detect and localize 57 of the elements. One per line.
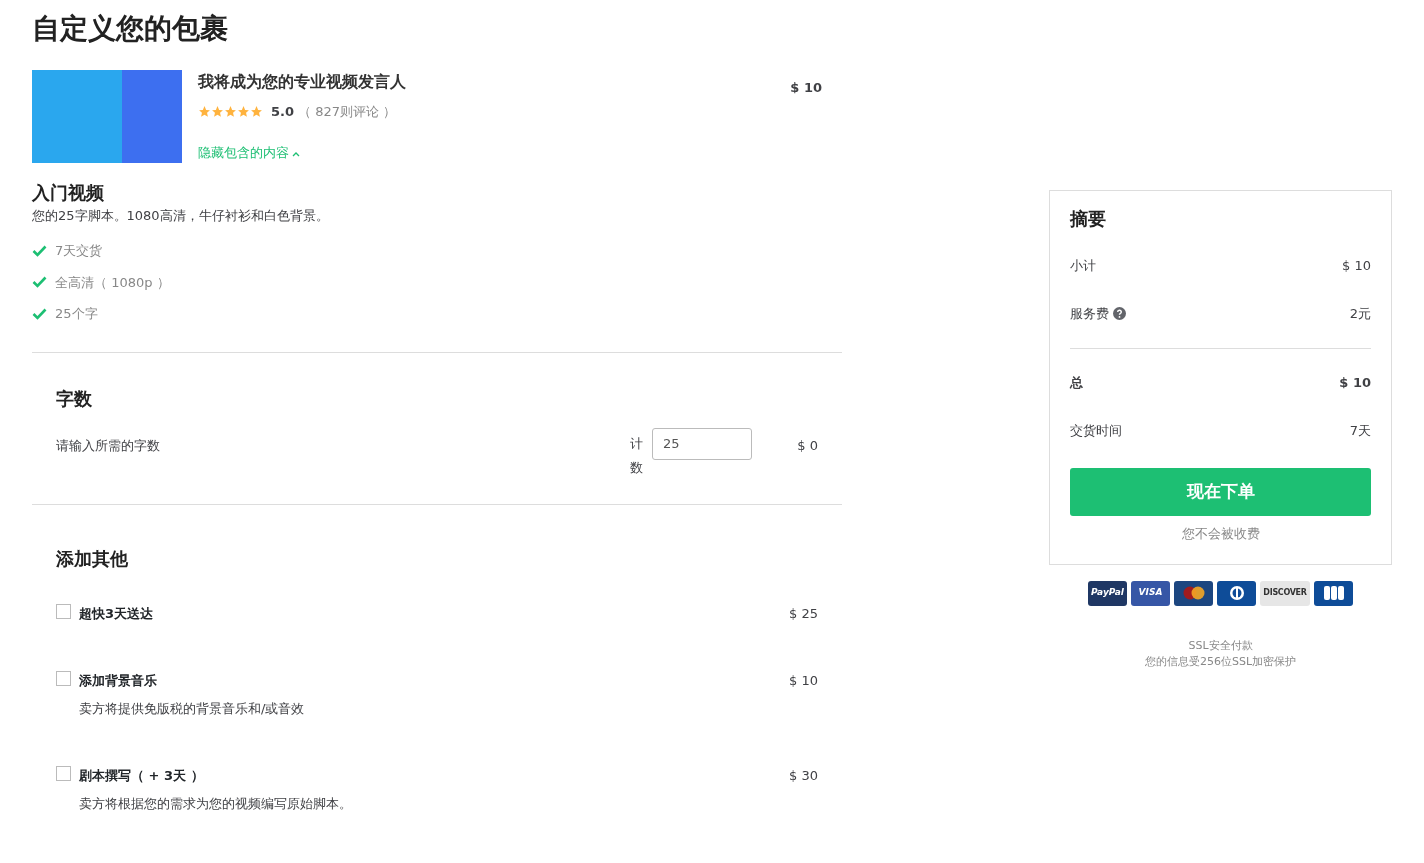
jcb-card-icon xyxy=(1314,580,1353,606)
toggle-link[interactable]: 隐藏包含的内容 xyxy=(198,143,300,163)
extra-price: $ 10 xyxy=(789,672,818,691)
count-input[interactable]: 25 xyxy=(652,427,752,460)
extra-title: 剧本撰写（ + 3天 ） xyxy=(79,767,205,786)
extra-title: 超快3天送达 xyxy=(79,604,155,623)
star-icon xyxy=(211,104,224,118)
ssl-text: 您的信息受256位SSL加密保护 xyxy=(1144,654,1297,670)
summary-label: 服务费 xyxy=(1070,304,1109,323)
extra-price: $ 25 xyxy=(789,604,818,623)
check-icon xyxy=(32,307,47,320)
diners-card-icon xyxy=(1217,580,1256,606)
summary-label: 交货时间 xyxy=(1070,421,1122,440)
section-heading: 添加其他 xyxy=(56,546,129,571)
extra-title: 添加背景音乐 xyxy=(79,672,158,691)
checkbox[interactable] xyxy=(56,671,71,687)
section-heading: 字数 xyxy=(56,386,93,411)
paypal-card-icon: PayPal xyxy=(1088,580,1127,606)
visa-card-icon: VISA xyxy=(1131,580,1170,606)
order-button[interactable]: 现在下单 xyxy=(1070,468,1371,516)
review-count: （ 827则评论 ） xyxy=(298,102,397,121)
ssl-title: SSL安全付款 xyxy=(1188,637,1253,654)
page-title: 自定义您的包裹 xyxy=(32,12,229,46)
summary-label: 总 xyxy=(1070,374,1083,392)
summary-value: 2元 xyxy=(1349,304,1371,323)
gig-title: 我将成为您的专业视频发言人 xyxy=(198,70,407,93)
word-count-prompt: 请输入所需的字数 xyxy=(56,436,161,455)
star-icon xyxy=(250,104,263,118)
extra-description: 卖方将提供免版税的背景音乐和/或音效 xyxy=(79,699,306,718)
discover-card-icon: DISCOVER xyxy=(1260,580,1310,606)
rating-value: 5.0 xyxy=(271,102,295,121)
package-name: 入门视频 xyxy=(32,180,105,205)
feature-text: 25个字 xyxy=(55,305,98,324)
summary-label: 小计 xyxy=(1070,257,1096,275)
check-icon xyxy=(32,276,47,289)
feature-text: 7天交货 xyxy=(55,242,103,261)
summary-value: 7天 xyxy=(1349,421,1371,440)
extra-description: 卖方将根据您的需求为您的视频编写原始脚本。 xyxy=(79,794,353,813)
mastercard-card-icon xyxy=(1174,580,1213,606)
package-description: 您的25字脚本。1080高清，牛仔衬衫和白色背景。 xyxy=(32,206,330,225)
word-count-price: $ 0 xyxy=(796,436,818,455)
checkbox[interactable] xyxy=(56,766,71,782)
caret-icon xyxy=(292,150,300,157)
summary-value: $ 10 xyxy=(1339,374,1371,392)
charge-note: 您不会被收费 xyxy=(1180,525,1261,543)
checkbox[interactable] xyxy=(56,603,71,619)
star-icon xyxy=(198,104,211,118)
count-label: 计数 xyxy=(630,434,644,477)
summary-heading: 摘要 xyxy=(1070,207,1107,231)
star-icon xyxy=(237,104,250,118)
star-icon xyxy=(224,104,237,118)
check-icon xyxy=(32,244,47,257)
summary-value: $ 10 xyxy=(1342,257,1371,275)
gig-price: $ 10 xyxy=(790,78,822,97)
extra-price: $ 30 xyxy=(789,767,818,786)
help-icon[interactable] xyxy=(1113,306,1126,320)
feature-text: 全高清（ 1080p ） xyxy=(55,273,170,292)
